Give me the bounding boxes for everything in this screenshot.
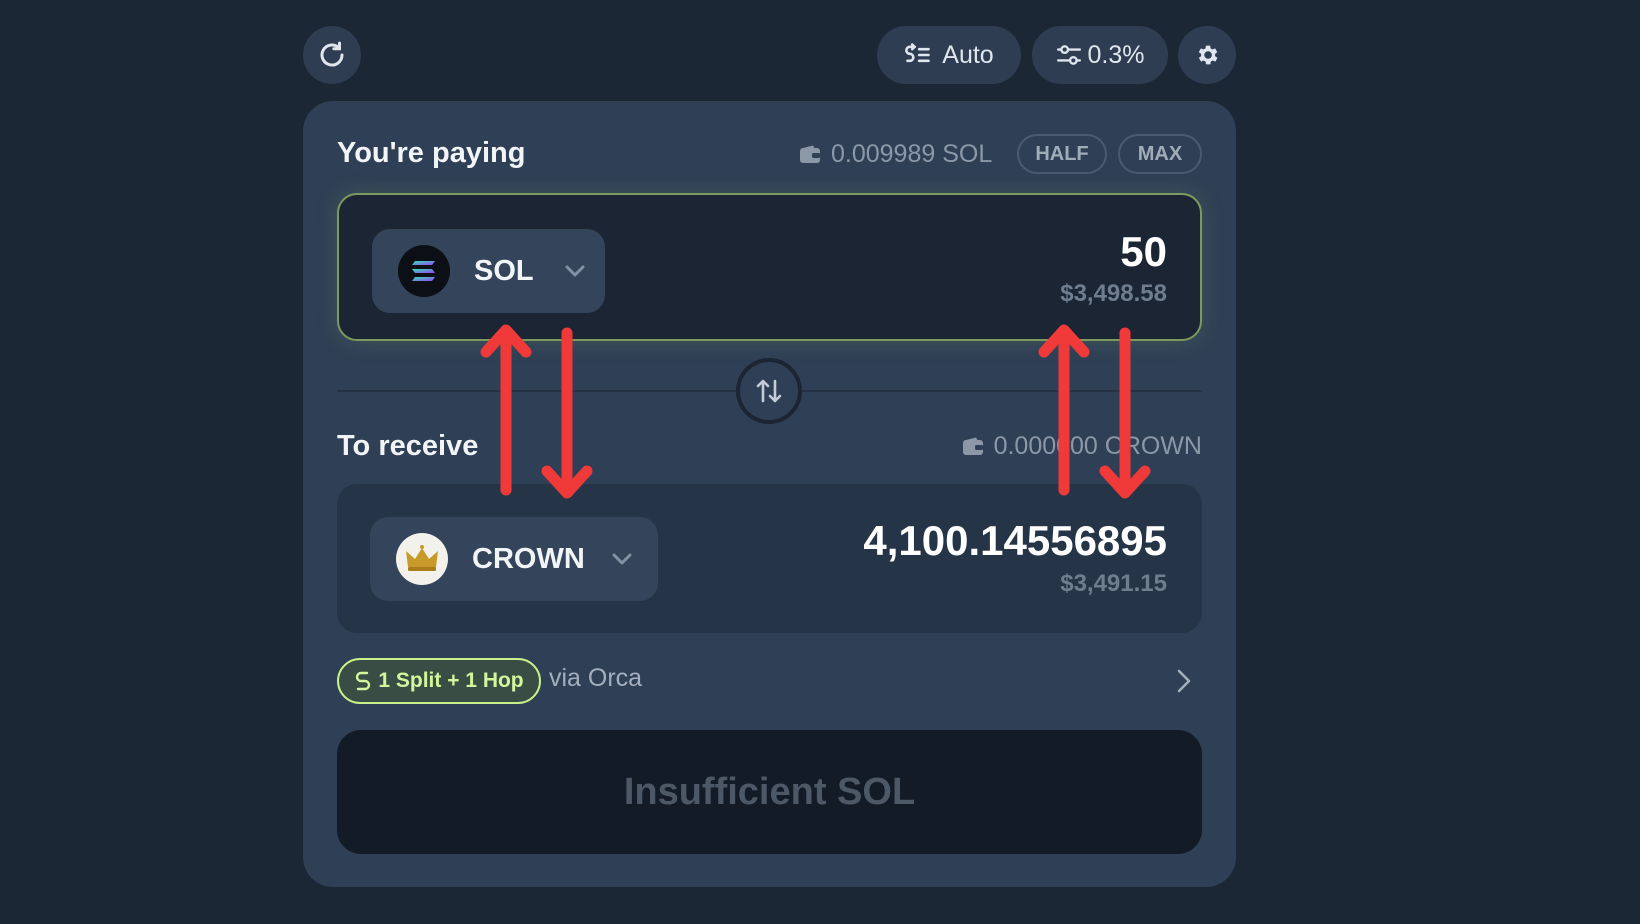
annotation-arrow-up-left xyxy=(480,324,532,496)
annotation-arrow-down-left xyxy=(541,327,593,499)
annotation-arrows xyxy=(480,324,1151,499)
annotation-arrow-up-right xyxy=(1038,324,1090,496)
annotation-arrow-down-right xyxy=(1099,327,1151,499)
